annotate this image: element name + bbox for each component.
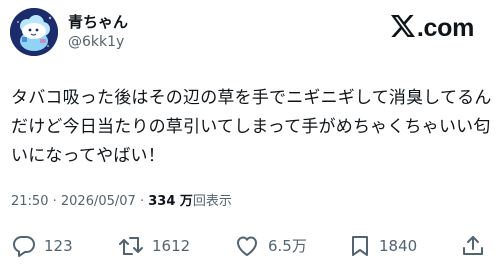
action-bar: 123 1612 6.5万 1840 xyxy=(0,229,500,263)
author-name[interactable]: 青ちゃん xyxy=(68,12,128,32)
author-handle[interactable]: @6kk1y xyxy=(68,33,124,51)
tweet-text-line: だけど今日当たりの草引いてしまって手がめちゃくちゃいい匂 xyxy=(11,117,491,137)
bookmark-icon xyxy=(349,234,371,258)
tweet-time[interactable]: 21:50 xyxy=(11,194,48,209)
x-logo-icon xyxy=(390,15,415,41)
heart-icon xyxy=(234,234,260,258)
bookmark-button[interactable]: 1840 xyxy=(349,229,417,263)
share-button[interactable] xyxy=(461,229,485,263)
tweet-meta: 21:50 · 2026/05/07 · 334 万回表示 xyxy=(11,193,232,211)
like-count: 6.5万 xyxy=(268,237,307,255)
meta-separator: · xyxy=(52,194,57,209)
tweet-date[interactable]: 2026/05/07 xyxy=(61,194,136,209)
meta-separator: · xyxy=(139,194,145,209)
tweet-card: 青ちゃん @6kk1y .com タバコ吸った後はその辺の草を手でニギニギして消… xyxy=(0,0,500,273)
tweet-text-line: いになってやばい！ xyxy=(11,146,165,166)
avatar[interactable] xyxy=(10,8,58,56)
bookmark-count: 1840 xyxy=(379,237,418,255)
like-button[interactable]: 6.5万 xyxy=(234,229,307,263)
views-label: 回表示 xyxy=(192,194,232,209)
tweet-text: タバコ吸った後はその辺の草を手でニギニギして消臭してるん だけど今日当たりの草引… xyxy=(11,84,491,171)
retweet-count: 1612 xyxy=(152,237,191,255)
share-icon xyxy=(461,234,485,258)
tweet-text-line: タバコ吸った後はその辺の草を手でニギニギして消臭してるん xyxy=(11,88,492,108)
brand-logo: .com xyxy=(390,14,474,42)
reply-icon xyxy=(12,234,36,258)
views-count: 334 万 xyxy=(148,194,193,209)
retweet-icon xyxy=(118,234,144,258)
brand-domain-text: .com xyxy=(416,14,474,42)
reply-button[interactable]: 123 xyxy=(12,229,73,263)
retweet-button[interactable]: 1612 xyxy=(118,229,190,263)
reply-count: 123 xyxy=(44,237,73,255)
